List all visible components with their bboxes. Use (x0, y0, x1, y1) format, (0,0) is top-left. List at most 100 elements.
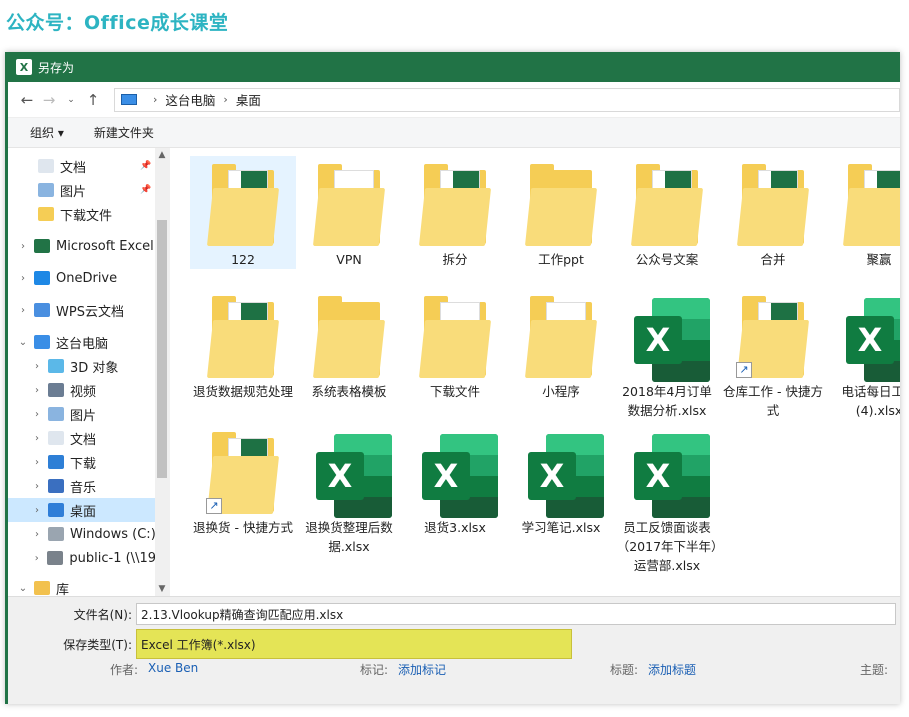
file-name: 退货数据规范处理 (192, 384, 293, 399)
nav-item[interactable]: › 音乐 (8, 474, 156, 498)
file-item[interactable]: X 退货3.xlsx (402, 424, 508, 537)
file-item[interactable]: X 学习笔记.xlsx (508, 424, 614, 537)
new-folder-button[interactable]: 新建文件夹 (94, 124, 154, 141)
file-item[interactable]: VPN (296, 156, 402, 269)
nav-item[interactable]: › 下载 (8, 450, 156, 474)
file-item[interactable]: 下载文件 (402, 288, 508, 401)
nav-item[interactable]: › 图片 (8, 402, 156, 426)
up-arrow-icon[interactable]: ↑ (82, 89, 104, 111)
file-item[interactable]: 系统表格模板 (296, 288, 402, 401)
chevron-right-icon[interactable]: › (16, 273, 30, 284)
address-bar-row: ← → ⌄ ↑ › 这台电脑 › 桌面 (8, 82, 900, 118)
chevron-right-icon[interactable]: › (30, 409, 44, 420)
breadcrumb-this-pc[interactable]: 这台电脑 (165, 90, 215, 109)
file-name: 拆分 (442, 252, 468, 267)
command-bar: 组织 ▾ 新建文件夹 (8, 118, 900, 148)
chevron-right-icon[interactable]: › (16, 305, 30, 316)
network-drive-icon (47, 551, 64, 565)
file-name: 合并 (760, 252, 786, 267)
nav-item-label: 文档 (60, 160, 87, 176)
desktop-icon (48, 503, 64, 517)
recent-dropdown-icon[interactable]: ⌄ (60, 89, 82, 111)
nav-scrollbar[interactable]: ▲ ▼ (155, 148, 169, 596)
nav-item[interactable]: 下载文件 (8, 202, 156, 226)
nav-item[interactable]: › 视频 (8, 378, 156, 402)
file-item[interactable]: 小程序 (508, 288, 614, 401)
breadcrumb-desktop[interactable]: 桌面 (236, 90, 261, 109)
chevron-right-icon[interactable]: › (30, 433, 44, 444)
file-item[interactable]: X 员工反馈面谈表（2017年下半年）运营部.xlsx (614, 424, 720, 575)
folder-icon (842, 162, 900, 246)
folder-icon (38, 207, 54, 221)
scroll-down-icon[interactable]: ▼ (155, 584, 169, 594)
nav-item-label: WPS云文档 (56, 304, 124, 320)
organize-button[interactable]: 组织 ▾ (30, 124, 64, 141)
file-name: 下载文件 (429, 384, 480, 399)
subject-label: 主题: (860, 663, 889, 677)
filetype-select[interactable]: Excel 工作簿(*.xlsx) (136, 629, 572, 659)
folder-icon (418, 162, 492, 246)
nav-item[interactable]: 图片 📌 (8, 178, 156, 202)
drive-icon (48, 527, 64, 541)
file-name: 电话每日工作(4).xlsx (841, 384, 900, 418)
chevron-down-icon[interactable]: ⌄ (16, 337, 30, 348)
file-item[interactable]: 拆分 (402, 156, 508, 269)
nav-item[interactable]: › Microsoft Excel (8, 234, 156, 258)
nav-item[interactable]: › public-1 (\\19 (8, 546, 156, 570)
file-item[interactable]: ↗ 仓库工作 - 快捷方式 (720, 288, 826, 420)
nav-item-label: 音乐 (70, 480, 97, 496)
chevron-down-icon[interactable]: ⌄ (16, 583, 30, 594)
chevron-right-icon[interactable]: › (16, 241, 30, 252)
add-tags-link[interactable]: 添加标记 (398, 661, 446, 678)
nav-item[interactable]: ⌄ 这台电脑 (8, 330, 156, 354)
file-item[interactable]: 工作ppt (508, 156, 614, 269)
scroll-up-icon[interactable]: ▲ (155, 150, 169, 160)
chevron-right-icon: › (153, 93, 158, 106)
file-item[interactable]: X电话每日工作(4).xlsx (826, 288, 900, 420)
chevron-right-icon[interactable]: › (30, 385, 44, 396)
filename-input[interactable]: 2.13.Vlookup精确查询匹配应用.xlsx (136, 603, 896, 625)
file-item[interactable]: X 退换货整理后数据.xlsx (296, 424, 402, 556)
excel-file-icon: X (418, 430, 498, 518)
folder-icon (312, 294, 386, 378)
pictures-icon (48, 407, 64, 421)
nav-item[interactable]: › 桌面 (8, 498, 156, 522)
file-item[interactable]: X 2018年4月订单数据分析.xlsx (614, 288, 720, 420)
file-item[interactable]: 合并 (720, 156, 826, 269)
title-bar: X 另存为 (8, 52, 900, 82)
chevron-right-icon[interactable]: › (30, 505, 44, 516)
excel-file-icon: X (312, 430, 392, 518)
nav-item-label: 3D 对象 (70, 360, 119, 376)
nav-item[interactable]: ⌄ 库 (8, 576, 156, 596)
nav-item[interactable]: › OneDrive (8, 266, 156, 290)
address-bar[interactable]: › 这台电脑 › 桌面 (114, 87, 900, 112)
chevron-right-icon[interactable]: › (30, 361, 44, 372)
chevron-right-icon[interactable]: › (30, 457, 44, 468)
tags-label: 标记: (360, 663, 389, 677)
save-as-dialog: X 另存为 ← → ⌄ ↑ › 这台电脑 › 桌面 组织 ▾ 新建文件夹 文档 📌… (5, 52, 900, 704)
excel-file-icon: X (630, 294, 710, 382)
scrollbar-thumb[interactable] (157, 220, 167, 478)
nav-item[interactable]: 文档 📌 (8, 154, 156, 178)
chevron-right-icon[interactable]: › (30, 553, 43, 564)
forward-arrow-icon[interactable]: → (38, 89, 60, 111)
author-value[interactable]: Xue Ben (148, 661, 198, 675)
file-name: 122 (231, 252, 255, 267)
file-name: VPN (336, 252, 362, 267)
file-item[interactable]: ↗ 退换货 - 快捷方式 (190, 424, 296, 537)
back-arrow-icon[interactable]: ← (16, 89, 38, 111)
nav-item[interactable]: › WPS云文档 (8, 298, 156, 322)
add-title-link[interactable]: 添加标题 (648, 661, 696, 678)
nav-item[interactable]: › 文档 (8, 426, 156, 450)
pin-icon: 📌 (140, 185, 152, 195)
file-item[interactable]: 退货数据规范处理 (190, 288, 296, 401)
nav-item[interactable]: › Windows (C:) (8, 522, 156, 546)
file-item[interactable]: 公众号文案 (614, 156, 720, 269)
nav-item[interactable]: › 3D 对象 (8, 354, 156, 378)
folder-icon (206, 162, 280, 246)
chevron-right-icon[interactable]: › (30, 481, 44, 492)
file-item[interactable]: 聚赢 (826, 156, 900, 269)
chevron-right-icon[interactable]: › (30, 529, 44, 540)
3d-objects-icon (48, 359, 64, 373)
file-item[interactable]: 122 (190, 156, 296, 269)
